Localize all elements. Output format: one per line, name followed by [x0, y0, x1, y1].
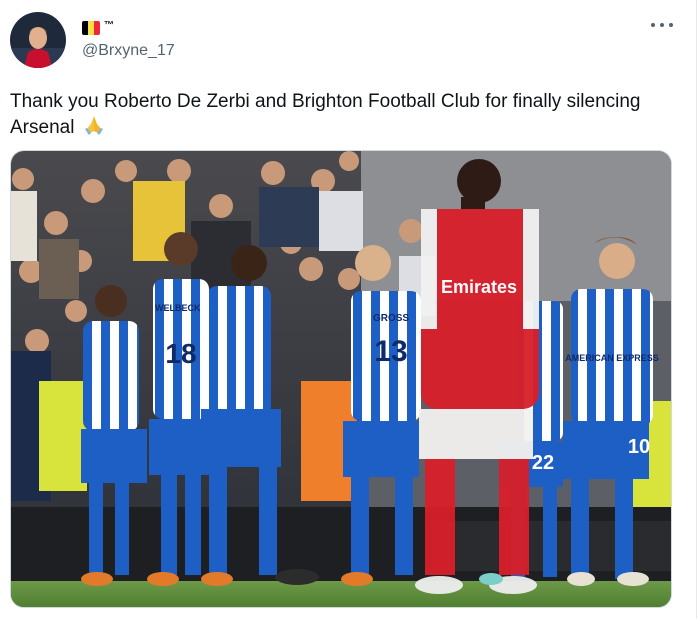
- more-icon[interactable]: [651, 18, 673, 32]
- sponsor-arsenal: Emirates: [441, 277, 517, 297]
- football-celebration-photo: 18 WELBECK 13 GROSS 22 AMERICAN EXPRESS …: [11, 151, 671, 607]
- trademark-badge: ™: [104, 19, 115, 31]
- pitch: [11, 581, 671, 607]
- jersey-number-22: 22: [532, 452, 554, 474]
- jersey-number-10: 10: [628, 436, 650, 458]
- folded-hands-emoji: [82, 114, 106, 143]
- timeline-divider: [696, 0, 697, 619]
- tweet-text: Thank you Roberto De Zerbi and Brighton …: [10, 89, 650, 143]
- jersey-number-13: 13: [374, 335, 407, 368]
- display-name[interactable]: ™: [82, 18, 114, 38]
- jersey-number-18: 18: [165, 338, 196, 369]
- tweet-photo[interactable]: 18 WELBECK 13 GROSS 22 AMERICAN EXPRESS …: [10, 150, 672, 608]
- belgium-flag-icon: [82, 21, 100, 35]
- jersey-name-welbeck: WELBECK: [155, 303, 201, 313]
- avatar[interactable]: [10, 12, 66, 68]
- user-handle[interactable]: @Brxyne_17: [82, 42, 175, 60]
- flag-stripe-red: [94, 21, 100, 35]
- jersey-name-gross: GROSS: [373, 313, 409, 324]
- sponsor-brighton: AMERICAN EXPRESS: [565, 353, 659, 363]
- avatar-image: [10, 12, 66, 68]
